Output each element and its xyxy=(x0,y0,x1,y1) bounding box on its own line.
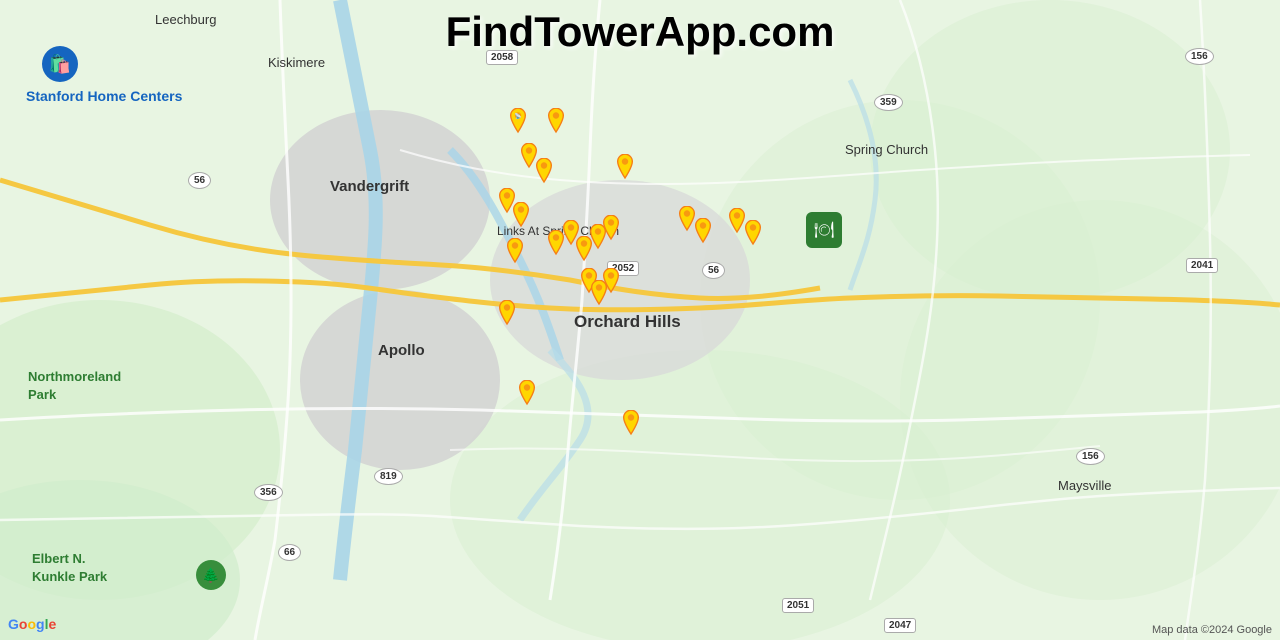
tree-icon: 🌲 xyxy=(202,567,219,584)
map-container: FindTowerApp.com Leechburg Kiskimere Van… xyxy=(0,0,1280,640)
badge-2041: 2041 xyxy=(1186,258,1218,273)
badge-819: 819 xyxy=(374,468,403,485)
badge-359: 359 xyxy=(874,94,903,111)
tower-marker[interactable] xyxy=(510,202,532,228)
badge-56-1: 56 xyxy=(188,172,211,189)
badge-356: 356 xyxy=(254,484,283,501)
tower-marker[interactable] xyxy=(600,268,622,294)
badge-2058: 2058 xyxy=(486,50,518,65)
badge-156-2: 156 xyxy=(1076,448,1105,465)
restaurant-marker[interactable]: 🍽 xyxy=(806,212,842,248)
logo-g2: g xyxy=(36,616,45,632)
tower-marker[interactable] xyxy=(504,238,526,264)
stanford-home-centers-poi[interactable]: 🛍️ xyxy=(42,46,78,82)
tower-marker[interactable] xyxy=(600,215,622,241)
logo-o2: o xyxy=(27,616,36,632)
tower-marker[interactable] xyxy=(533,158,555,184)
google-logo: Google xyxy=(8,616,56,632)
restaurant-icon: 🍽 xyxy=(814,220,834,240)
badge-56-2: 56 xyxy=(702,262,725,279)
tower-marker[interactable] xyxy=(620,410,642,436)
tower-marker[interactable] xyxy=(516,380,538,406)
badge-66: 66 xyxy=(278,544,301,561)
badge-2047: 2047 xyxy=(884,618,916,633)
map-attribution: Map data ©2024 Google xyxy=(1152,624,1272,636)
stanford-icon: 🛍️ xyxy=(42,46,78,82)
badge-2051: 2051 xyxy=(782,598,814,613)
tower-marker[interactable] xyxy=(496,300,518,326)
tower-marker[interactable] xyxy=(545,108,567,134)
logo-g: G xyxy=(8,616,19,632)
tower-marker[interactable] xyxy=(692,218,714,244)
tower-marker[interactable] xyxy=(742,220,764,246)
logo-e: e xyxy=(48,616,56,632)
tower-marker[interactable]: 📡 xyxy=(507,108,529,134)
svg-text:📡: 📡 xyxy=(515,112,522,120)
tower-marker[interactable] xyxy=(614,154,636,180)
park-tree-marker: 🌲 xyxy=(196,560,226,590)
badge-156-1: 156 xyxy=(1185,48,1214,65)
